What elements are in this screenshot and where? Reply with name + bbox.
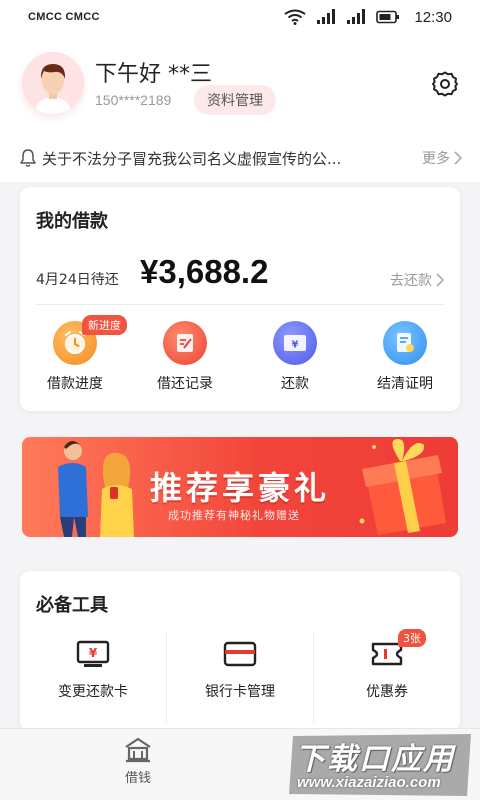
action-label: 借还记录 bbox=[157, 376, 213, 392]
tab-borrow[interactable]: 借钱 bbox=[112, 737, 164, 786]
change-repay-card-button[interactable]: ¥ 变更还款卡 bbox=[20, 633, 166, 723]
coupon-count-badge: 3张 bbox=[398, 629, 426, 647]
battery-icon bbox=[376, 10, 400, 24]
loan-records-button[interactable]: 借还记录 bbox=[130, 321, 240, 393]
chevron-right-icon bbox=[436, 273, 444, 287]
svg-text:¥: ¥ bbox=[292, 340, 299, 351]
bank-card-icon bbox=[223, 641, 257, 667]
record-icon bbox=[163, 321, 207, 365]
new-progress-badge: 新进度 bbox=[82, 315, 127, 335]
go-repay-label: 去还款 bbox=[390, 273, 432, 289]
repay-button[interactable]: ¥ 还款 bbox=[240, 321, 350, 393]
tools-card: 必备工具 ¥ 变更还款卡 银行卡管理 3张 优惠券 bbox=[20, 571, 460, 731]
banner-subtitle: 成功推荐有神秘礼物赠送 bbox=[168, 509, 300, 522]
wifi-icon bbox=[284, 9, 307, 25]
bank-card-manage-button[interactable]: 银行卡管理 bbox=[166, 633, 313, 723]
svg-text:¥: ¥ bbox=[89, 646, 98, 660]
tools-grid: ¥ 变更还款卡 银行卡管理 3张 优惠券 bbox=[20, 629, 460, 723]
action-label: 还款 bbox=[281, 376, 309, 392]
settlement-certificate-button[interactable]: 结清证明 bbox=[350, 321, 460, 393]
action-label: 借款进度 bbox=[47, 376, 103, 392]
certificate-icon bbox=[383, 321, 427, 365]
referral-banner[interactable]: 推荐享豪礼 成功推荐有神秘礼物赠送 bbox=[22, 437, 458, 537]
greeting-text: 下午好 **三 bbox=[95, 62, 212, 87]
more-label: 更多 bbox=[422, 151, 450, 167]
due-date-label: 4月24日待还 bbox=[36, 272, 119, 288]
tool-label: 变更还款卡 bbox=[58, 684, 128, 700]
gift-box-icon bbox=[359, 439, 446, 535]
avatar-icon bbox=[22, 52, 84, 114]
yuan-card-icon: ¥ bbox=[273, 321, 317, 365]
loan-actions: 新进度 借款进度 借还记录 ¥ 还款 结清证明 bbox=[20, 315, 460, 393]
tab-borrow-label: 借钱 bbox=[124, 771, 151, 786]
divider bbox=[36, 304, 444, 305]
profile-header: 下午好 **三 150****2189 资料管理 bbox=[0, 34, 480, 134]
coupon-button[interactable]: 3张 优惠券 bbox=[313, 629, 460, 723]
gear-icon[interactable] bbox=[431, 70, 459, 98]
watermark-text: 下载口应用 bbox=[295, 742, 455, 777]
clock-time: 12:30 bbox=[414, 8, 452, 26]
signal-icon bbox=[347, 9, 366, 24]
avatar[interactable] bbox=[22, 52, 84, 114]
notice-bar[interactable]: 关于不法分子冒充我公司名义虚假宣传的公... 更多 bbox=[0, 134, 480, 182]
yuan-card-icon: ¥ bbox=[76, 640, 110, 667]
tool-label: 银行卡管理 bbox=[205, 684, 275, 700]
people-illustration-icon bbox=[58, 441, 134, 537]
banner-title: 推荐享豪礼 bbox=[150, 469, 331, 507]
watermark-logo: 下载口应用 www.xiazaiziao.com bbox=[287, 732, 475, 798]
notice-text: 关于不法分子冒充我公司名义虚假宣传的公... bbox=[42, 149, 342, 168]
loan-card-title: 我的借款 bbox=[36, 211, 108, 232]
action-label: 结清证明 bbox=[377, 376, 433, 392]
chevron-right-icon bbox=[454, 151, 462, 165]
tools-title: 必备工具 bbox=[36, 595, 108, 616]
my-loan-card: 我的借款 4月24日待还 ¥3,688.2 去还款 新进度 借款进度 借还记录 … bbox=[20, 187, 460, 411]
bell-icon bbox=[20, 149, 36, 167]
loan-progress-button[interactable]: 新进度 借款进度 bbox=[20, 315, 130, 393]
phone-number: 150****2189 bbox=[95, 92, 172, 108]
tool-label: 优惠券 bbox=[366, 684, 408, 700]
notice-more-link[interactable]: 更多 bbox=[422, 148, 462, 168]
bank-building-icon bbox=[125, 737, 151, 763]
watermark-url: www.xiazaiziao.com bbox=[297, 774, 441, 791]
status-bar: CMCC CMCC 12:30 bbox=[0, 0, 480, 34]
carrier-label: CMCC CMCC bbox=[28, 11, 100, 23]
signal-icon bbox=[317, 9, 336, 24]
due-amount: ¥3,688.2 bbox=[140, 253, 269, 290]
profile-manage-button[interactable]: 资料管理 bbox=[194, 85, 276, 115]
go-repay-link[interactable]: 去还款 bbox=[390, 270, 444, 290]
